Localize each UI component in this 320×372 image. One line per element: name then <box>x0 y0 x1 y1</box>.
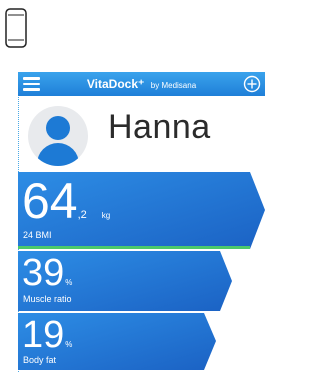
metric-unit: % <box>65 340 73 349</box>
metric-value: 19% <box>22 314 73 356</box>
metric-value: 64,2 kg <box>22 173 111 229</box>
metric-tile-fat[interactable]: 19% Body fat <box>18 313 216 370</box>
metric-label: Muscle ratio <box>23 294 72 304</box>
metric-tile-weight[interactable]: 64,2 kg 24 BMI <box>18 172 265 249</box>
metric-unit: % <box>65 278 73 287</box>
metric-tile-muscle[interactable]: 39% Muscle ratio <box>18 251 232 311</box>
metric-decimal: ,2 <box>77 209 87 221</box>
metric-label: Body fat <box>23 355 57 365</box>
smartphone-icon <box>5 8 27 48</box>
plus-circle-icon[interactable] <box>243 75 261 93</box>
accent-bar <box>18 246 250 249</box>
app-screen: VitaDock⁺ by Medisana Hanna 64,2 kg 24 B… <box>18 72 269 372</box>
metric-value: 39% <box>22 252 73 294</box>
metric-unit: kg <box>101 211 111 220</box>
user-name: Hanna <box>108 108 211 146</box>
metric-label: 24 BMI <box>23 230 52 240</box>
person-avatar-icon <box>28 106 88 166</box>
top-bar: VitaDock⁺ by Medisana <box>18 72 265 96</box>
user-profile[interactable]: Hanna <box>18 96 265 168</box>
brand-name: VitaDock⁺ <box>86 77 145 91</box>
app-title: VitaDock⁺ by Medisana <box>18 72 265 98</box>
brand-byline: by Medisana <box>150 81 197 90</box>
